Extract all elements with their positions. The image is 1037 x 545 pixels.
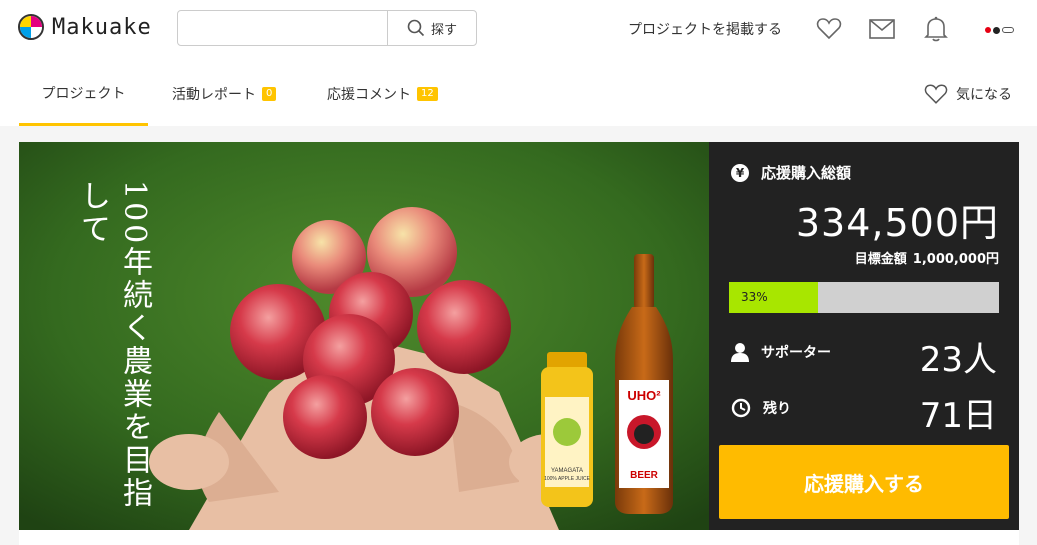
site-logo[interactable]: Makuake xyxy=(18,14,152,40)
goal-row: 目標金額 1,000,000円 xyxy=(855,248,999,267)
supporters-row: サポーター xyxy=(731,342,831,362)
site-header: Makuake 探す プロジェクトを掲載する xyxy=(0,0,1037,62)
support-comments-count-badge: 12 xyxy=(417,87,438,101)
project-main: YAMAGATA 100% APPLE JUICE UHO² BEER 100年… xyxy=(19,142,1019,530)
content-area xyxy=(19,530,1019,545)
remaining-label: 残り xyxy=(763,401,791,417)
search-input[interactable] xyxy=(178,11,388,45)
remaining-value: 71日 xyxy=(919,396,997,436)
post-project-link[interactable]: プロジェクトを掲載する xyxy=(628,19,782,39)
support-purchase-button[interactable]: 応援購入する xyxy=(719,445,1009,519)
tab-project-label: プロジェクト xyxy=(41,85,126,102)
bell-icon[interactable] xyxy=(923,16,949,42)
user-avatar[interactable] xyxy=(985,24,1019,36)
supporters-label: サポーター xyxy=(761,345,831,361)
total-label-row: ¥ 応援購入総額 xyxy=(731,162,851,183)
hero-title: 100年続く農業を目指して xyxy=(75,180,152,511)
progress-text: 33% xyxy=(741,290,768,304)
project-tabs: プロジェクト 活動レポート 0 応援コメント 12 気になる xyxy=(0,62,1037,126)
search-icon xyxy=(407,19,425,37)
hero-image: YAMAGATA 100% APPLE JUICE UHO² BEER 100年… xyxy=(19,142,709,530)
svg-text:YAMAGATA: YAMAGATA xyxy=(551,468,583,474)
favorite-label: 気になる xyxy=(956,87,1012,103)
heart-icon[interactable] xyxy=(816,16,842,42)
logo-mark-icon xyxy=(18,14,44,40)
tab-support-comments[interactable]: 応援コメント 12 xyxy=(327,62,438,126)
svg-text:UHO²: UHO² xyxy=(627,388,661,403)
svg-text:BEER: BEER xyxy=(630,470,659,481)
search-button[interactable]: 探す xyxy=(387,11,476,45)
tab-support-comments-label: 応援コメント xyxy=(327,87,411,103)
supporters-value: 23人 xyxy=(919,340,997,380)
funding-panel: ¥ 応援購入総額 334,500円 目標金額 1,000,000円 33% サポー… xyxy=(709,142,1019,530)
person-icon xyxy=(731,343,749,362)
clock-icon xyxy=(731,398,751,418)
total-amount: 334,500円 xyxy=(795,201,999,245)
svg-text:100% APPLE JUICE: 100% APPLE JUICE xyxy=(544,476,591,482)
heart-icon xyxy=(924,84,948,104)
activity-report-count-badge: 0 xyxy=(262,87,277,101)
remaining-row: 残り xyxy=(731,398,791,418)
yen-icon: ¥ xyxy=(731,163,749,182)
logo-text: Makuake xyxy=(52,14,152,40)
total-label: 応援購入総額 xyxy=(761,164,852,182)
tab-activity-report-label: 活動レポート xyxy=(172,87,256,103)
favorite-button[interactable]: 気になる xyxy=(924,62,1012,126)
progress-bar: 33% xyxy=(729,282,999,313)
tab-project[interactable]: プロジェクト xyxy=(19,62,148,126)
goal-label: 目標金額 xyxy=(854,252,907,267)
tab-activity-report[interactable]: 活動レポート 0 xyxy=(172,62,277,126)
search-button-label: 探す xyxy=(430,22,457,38)
mail-icon[interactable] xyxy=(869,16,895,42)
goal-amount: 1,000,000円 xyxy=(912,252,999,267)
search-box: 探す xyxy=(177,10,477,46)
